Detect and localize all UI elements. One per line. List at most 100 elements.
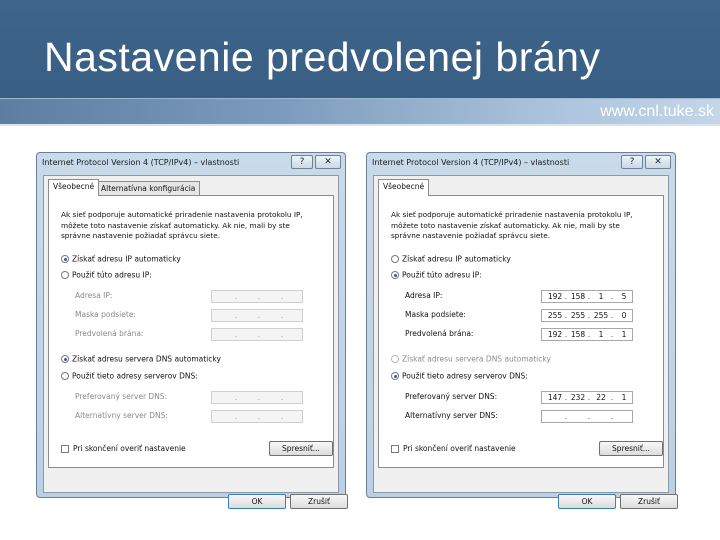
obtain-dns-automatically-option-radio[interactable] xyxy=(61,355,69,363)
ip-address-row: Adresa IP:... xyxy=(75,290,335,303)
dialog-body: Všeobecné Ak sieť podporuje automatické p… xyxy=(373,175,678,509)
alternate-dns-input[interactable]: ... xyxy=(541,410,633,423)
subnet-mask-separator: . xyxy=(234,311,238,320)
preferred-dns-separator: . xyxy=(257,393,261,402)
preferred-dns-octet-1: 147 xyxy=(547,393,563,402)
obtain-dns-automatically-option-radio[interactable] xyxy=(391,355,399,363)
default-gateway-separator: . xyxy=(234,330,238,339)
alternate-dns-separator: . xyxy=(257,412,261,421)
use-following-dns-option[interactable]: Použiť tieto adresy serverov DNS: xyxy=(391,371,528,381)
use-following-dns-option-label: Použiť tieto adresy serverov DNS: xyxy=(72,371,198,381)
validate-checkbox-box[interactable] xyxy=(391,445,399,453)
default-gateway-octet-3: 1 xyxy=(598,330,604,339)
default-gateway-octet-2: 158 xyxy=(570,330,586,339)
alternate-dns-separator: . xyxy=(234,412,238,421)
cancel-button[interactable]: Zrušiť xyxy=(620,494,678,509)
alternate-dns-label: Alternatívny server DNS: xyxy=(405,411,498,420)
preferred-dns-input[interactable]: 147. 232. 22. 1 xyxy=(541,391,633,404)
ok-button[interactable]: OK xyxy=(558,494,616,509)
header-strip: www.cnl.tuke.sk xyxy=(0,98,720,126)
advanced-button[interactable]: Spresniť... xyxy=(599,441,663,456)
default-gateway-row: Predvolená brána: 192. 158. 1. 1 xyxy=(405,328,665,341)
use-following-dns-option-radio[interactable] xyxy=(391,372,399,380)
default-gateway-octet-4: 1 xyxy=(621,330,627,339)
dialog-titlebar: Internet Protocol Version 4 (TCP/IPv4) –… xyxy=(37,153,345,175)
close-button[interactable]: ✕ xyxy=(645,155,671,169)
alternate-dns-separator: . xyxy=(280,412,284,421)
validate-on-exit-checkbox[interactable]: Pri skončení overiť nastavenie xyxy=(61,444,186,453)
obtain-ip-automatically-option-radio[interactable] xyxy=(391,255,399,263)
use-following-ip-option[interactable]: Použiť túto adresu IP: xyxy=(391,270,482,280)
subnet-mask-separator: . xyxy=(564,311,568,320)
preferred-dns-separator: . xyxy=(280,393,284,402)
validate-on-exit-checkbox[interactable]: Pri skončení overiť nastavenie xyxy=(391,444,516,453)
obtain-ip-automatically-option-radio[interactable] xyxy=(61,255,69,263)
alternate-dns-row: Alternatívny server DNS:... xyxy=(75,410,335,423)
subnet-mask-separator: . xyxy=(257,311,261,320)
obtain-ip-automatically-option[interactable]: Získať adresu IP automaticky xyxy=(391,254,511,264)
advanced-button[interactable]: Spresniť... xyxy=(269,441,333,456)
ip-address-input[interactable]: 192. 158. 1. 5 xyxy=(541,290,633,303)
ip-address-label: Adresa IP: xyxy=(75,291,113,300)
use-following-ip-option-label: Použiť túto adresu IP: xyxy=(72,270,152,280)
default-gateway-octet-1: 192 xyxy=(547,330,563,339)
subnet-mask-input: ... xyxy=(211,309,303,322)
dialog-title: Internet Protocol Version 4 (TCP/IPv4) –… xyxy=(372,158,570,167)
alternate-dns-separator: . xyxy=(564,412,568,421)
preferred-dns-label: Preferovaný server DNS: xyxy=(405,392,498,401)
ip-address-label: Adresa IP: xyxy=(405,291,443,300)
preferred-dns-octet-3: 22 xyxy=(596,393,606,402)
validate-checkbox-box[interactable] xyxy=(61,445,69,453)
default-gateway-separator: . xyxy=(610,330,614,339)
obtain-dns-automatically-option-label: Získať adresu servera DNS automaticky xyxy=(402,354,551,364)
ip-address-octet-3: 1 xyxy=(598,292,604,301)
default-gateway-separator: . xyxy=(587,330,591,339)
obtain-dns-automatically-option[interactable]: Získať adresu servera DNS automaticky xyxy=(391,354,551,364)
close-button[interactable]: ✕ xyxy=(315,155,341,169)
cancel-button[interactable]: Zrušiť xyxy=(290,494,348,509)
slide-title: Nastavenie predvolenej brány xyxy=(44,34,601,80)
use-following-ip-option[interactable]: Použiť túto adresu IP: xyxy=(61,270,152,280)
alternate-dns-label: Alternatívny server DNS: xyxy=(75,411,168,420)
validate-on-exit-label: Pri skončení overiť nastavenie xyxy=(73,444,186,453)
subnet-mask-label: Maska podsiete: xyxy=(75,310,136,319)
ipv4-properties-dialog-right: Internet Protocol Version 4 (TCP/IPv4) –… xyxy=(366,152,678,509)
default-gateway-input[interactable]: 192. 158. 1. 1 xyxy=(541,328,633,341)
validate-on-exit-label: Pri skončení overiť nastavenie xyxy=(403,444,516,453)
preferred-dns-separator: . xyxy=(234,393,238,402)
subnet-mask-input[interactable]: 255. 255. 255. 0 xyxy=(541,309,633,322)
tab-general[interactable]: Všeobecné xyxy=(48,179,100,196)
tab-alternate-config[interactable]: Alternatívna konfigurácia xyxy=(96,181,201,196)
obtain-ip-automatically-option[interactable]: Získať adresu IP automaticky xyxy=(61,254,181,264)
obtain-ip-automatically-option-label: Získať adresu IP automaticky xyxy=(72,254,181,264)
use-following-ip-option-radio[interactable] xyxy=(61,271,69,279)
preferred-dns-octet-4: 1 xyxy=(621,393,627,402)
ok-button[interactable]: OK xyxy=(228,494,286,509)
default-gateway-input: ... xyxy=(211,328,303,341)
obtain-ip-automatically-option-label: Získať adresu IP automaticky xyxy=(402,254,511,264)
preferred-dns-octet-2: 232 xyxy=(570,393,586,402)
obtain-dns-automatically-option[interactable]: Získať adresu servera DNS automaticky xyxy=(61,354,221,364)
subnet-mask-row: Maska podsiete: 255. 255. 255. 0 xyxy=(405,309,665,322)
ip-address-separator: . xyxy=(587,292,591,301)
ip-address-octet-2: 158 xyxy=(570,292,586,301)
default-gateway-label: Predvolená brána: xyxy=(405,329,474,338)
description-text: Ak sieť podporuje automatické priradenie… xyxy=(61,210,303,240)
preferred-dns-label: Preferovaný server DNS: xyxy=(75,392,168,401)
slide-header: Nastavenie predvolenej brány www.cnl.tuk… xyxy=(0,0,720,126)
ip-address-separator: . xyxy=(564,292,568,301)
use-following-dns-option[interactable]: Použiť tieto adresy serverov DNS: xyxy=(61,371,198,381)
preferred-dns-input: ... xyxy=(211,391,303,404)
use-following-dns-option-radio[interactable] xyxy=(61,372,69,380)
alternate-dns-separator: . xyxy=(610,412,614,421)
subnet-mask-octet-4: 0 xyxy=(621,311,627,320)
default-gateway-label: Predvolená brána: xyxy=(75,329,144,338)
subnet-mask-octet-2: 255 xyxy=(570,311,586,320)
help-button[interactable]: ? xyxy=(621,155,643,169)
ip-address-separator: . xyxy=(234,292,238,301)
use-following-ip-option-radio[interactable] xyxy=(391,271,399,279)
default-gateway-separator: . xyxy=(564,330,568,339)
help-button[interactable]: ? xyxy=(291,155,313,169)
default-gateway-row: Predvolená brána:... xyxy=(75,328,335,341)
tab-general[interactable]: Všeobecné xyxy=(378,179,430,196)
